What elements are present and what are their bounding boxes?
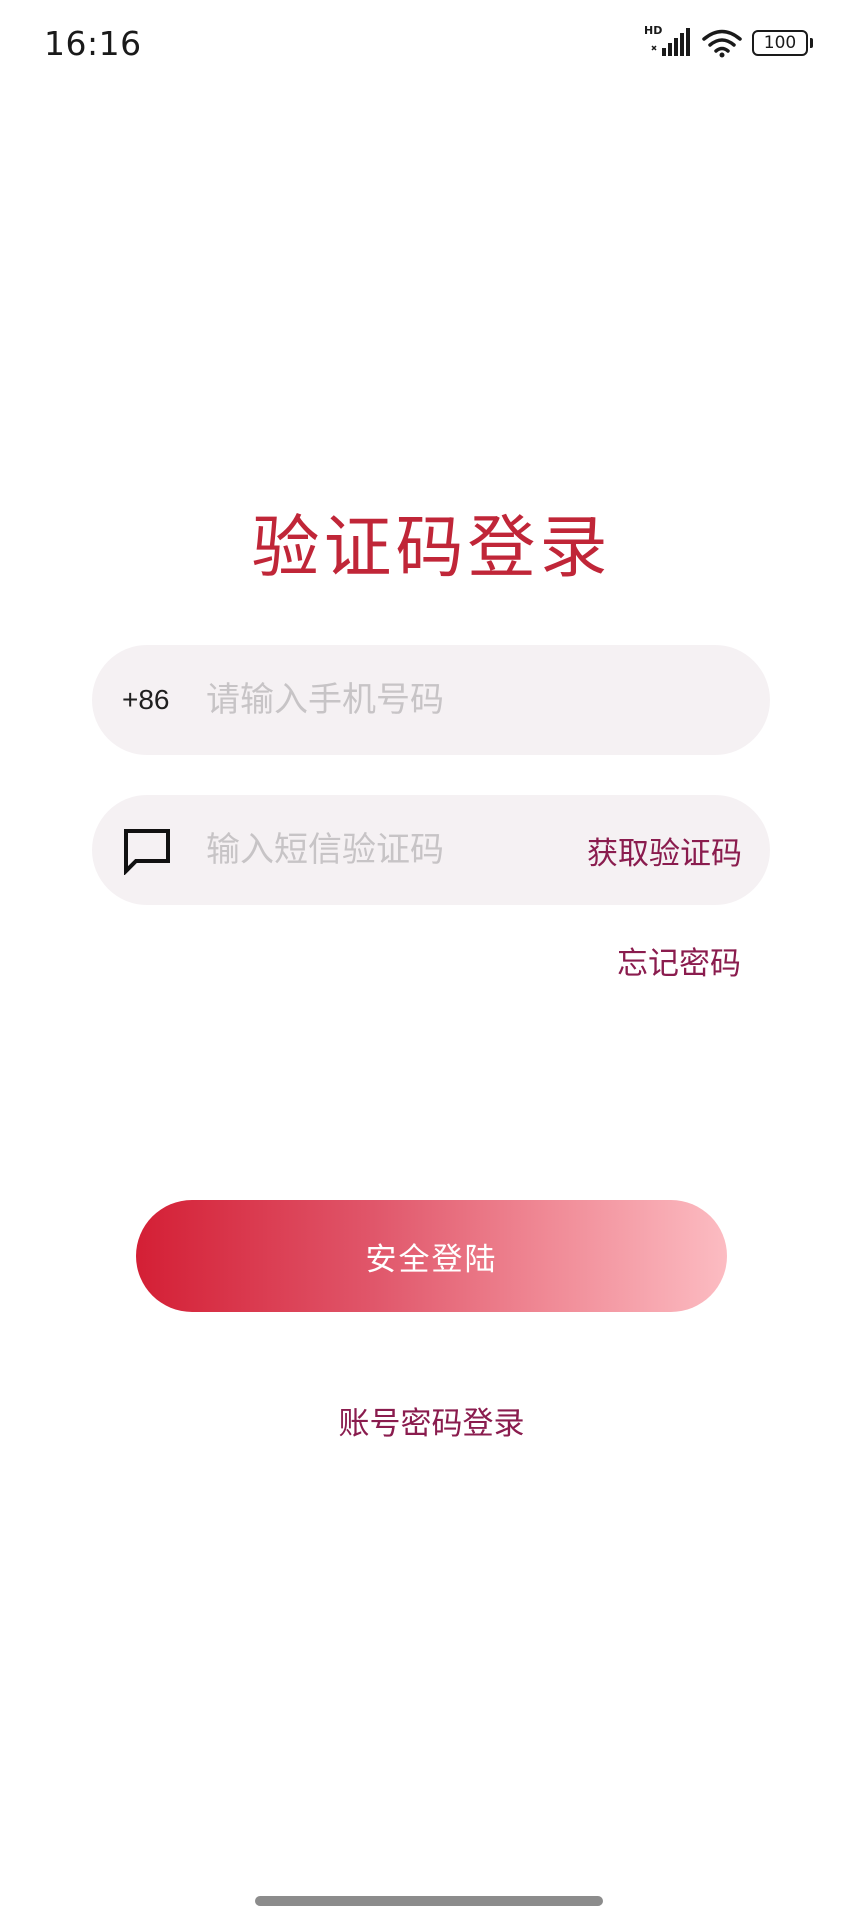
login-button[interactable]: 安全登陆 — [136, 1200, 727, 1312]
sms-code-input[interactable] — [204, 829, 528, 871]
hd-label: HD — [644, 24, 663, 37]
battery-level: 100 — [752, 30, 808, 56]
status-icons: HD 100 — [644, 24, 813, 58]
phone-field[interactable]: +86 — [92, 645, 770, 755]
sms-code-field[interactable]: 获取验证码 — [92, 795, 770, 905]
country-code[interactable]: +86 — [122, 684, 170, 716]
home-indicator[interactable] — [255, 1896, 603, 1906]
account-password-login-link[interactable]: 账号密码登录 — [0, 1398, 863, 1443]
phone-input[interactable] — [204, 679, 528, 721]
forgot-password-link[interactable]: 忘记密码 — [617, 938, 741, 983]
get-code-button[interactable]: 获取验证码 — [587, 828, 742, 873]
battery-icon: 100 — [752, 30, 813, 56]
page-title: 验证码登录 — [251, 509, 612, 588]
signal-icon: HD — [644, 24, 692, 58]
wifi-icon — [702, 29, 742, 58]
status-bar: 16:16 HD 100 — [0, 0, 863, 88]
status-time: 16:16 — [44, 24, 142, 63]
message-icon — [124, 829, 170, 875]
